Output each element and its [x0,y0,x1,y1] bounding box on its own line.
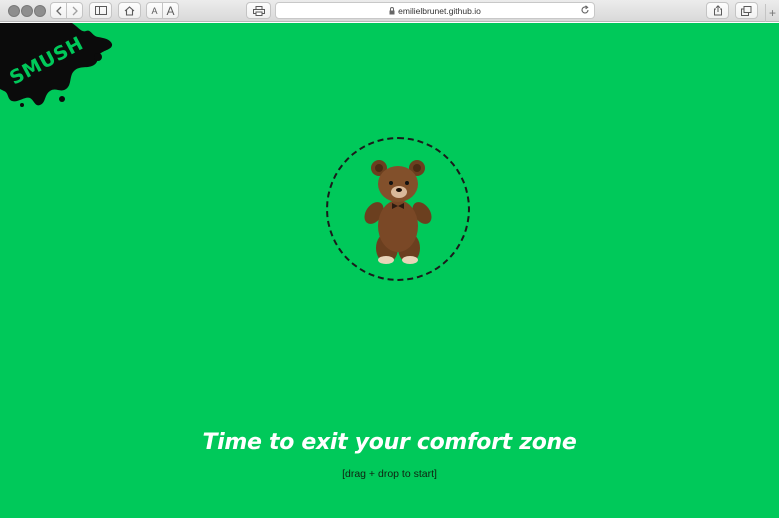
new-tab-button[interactable]: + [765,4,779,22]
print-button[interactable] [246,2,271,19]
browser-toolbar: A A emilielbrunet.github.io + [0,0,779,22]
chevron-left-icon [55,6,61,15]
home-button[interactable] [118,2,141,19]
url-text: emilielbrunet.github.io [398,5,481,16]
lock-icon [389,6,395,15]
home-icon [124,5,135,16]
page-headline: Time to exit your comfort zone [202,430,577,455]
drag-drop-hint: [drag + drop to start] [342,468,437,480]
smush-logo[interactable]: SMUSH [0,23,115,107]
address-bar[interactable]: emilielbrunet.github.io [275,2,595,19]
sidebar-icon [94,6,107,15]
zoom-window-button[interactable] [34,5,46,17]
show-tabs-button[interactable] [735,2,758,19]
close-window-button[interactable] [8,5,20,17]
sidebar-button[interactable] [89,2,112,19]
teddy-bear-image[interactable] [362,156,434,266]
text-size-buttons: A A [146,2,179,19]
share-button[interactable] [706,2,729,19]
minimize-window-button[interactable] [21,5,33,17]
chevron-right-icon [72,6,78,15]
page-canvas: SMUSH Time to exit your comfort zone [dr… [0,23,779,518]
increase-text-size-button[interactable]: A [162,3,178,18]
back-button[interactable] [51,3,66,18]
decrease-text-size-button[interactable]: A [147,3,162,18]
tabs-overview-icon [741,5,752,16]
forward-button[interactable] [66,3,82,18]
share-icon [713,5,722,16]
navigation-buttons [50,2,83,19]
reload-icon[interactable] [580,5,590,17]
printer-icon [252,5,265,16]
